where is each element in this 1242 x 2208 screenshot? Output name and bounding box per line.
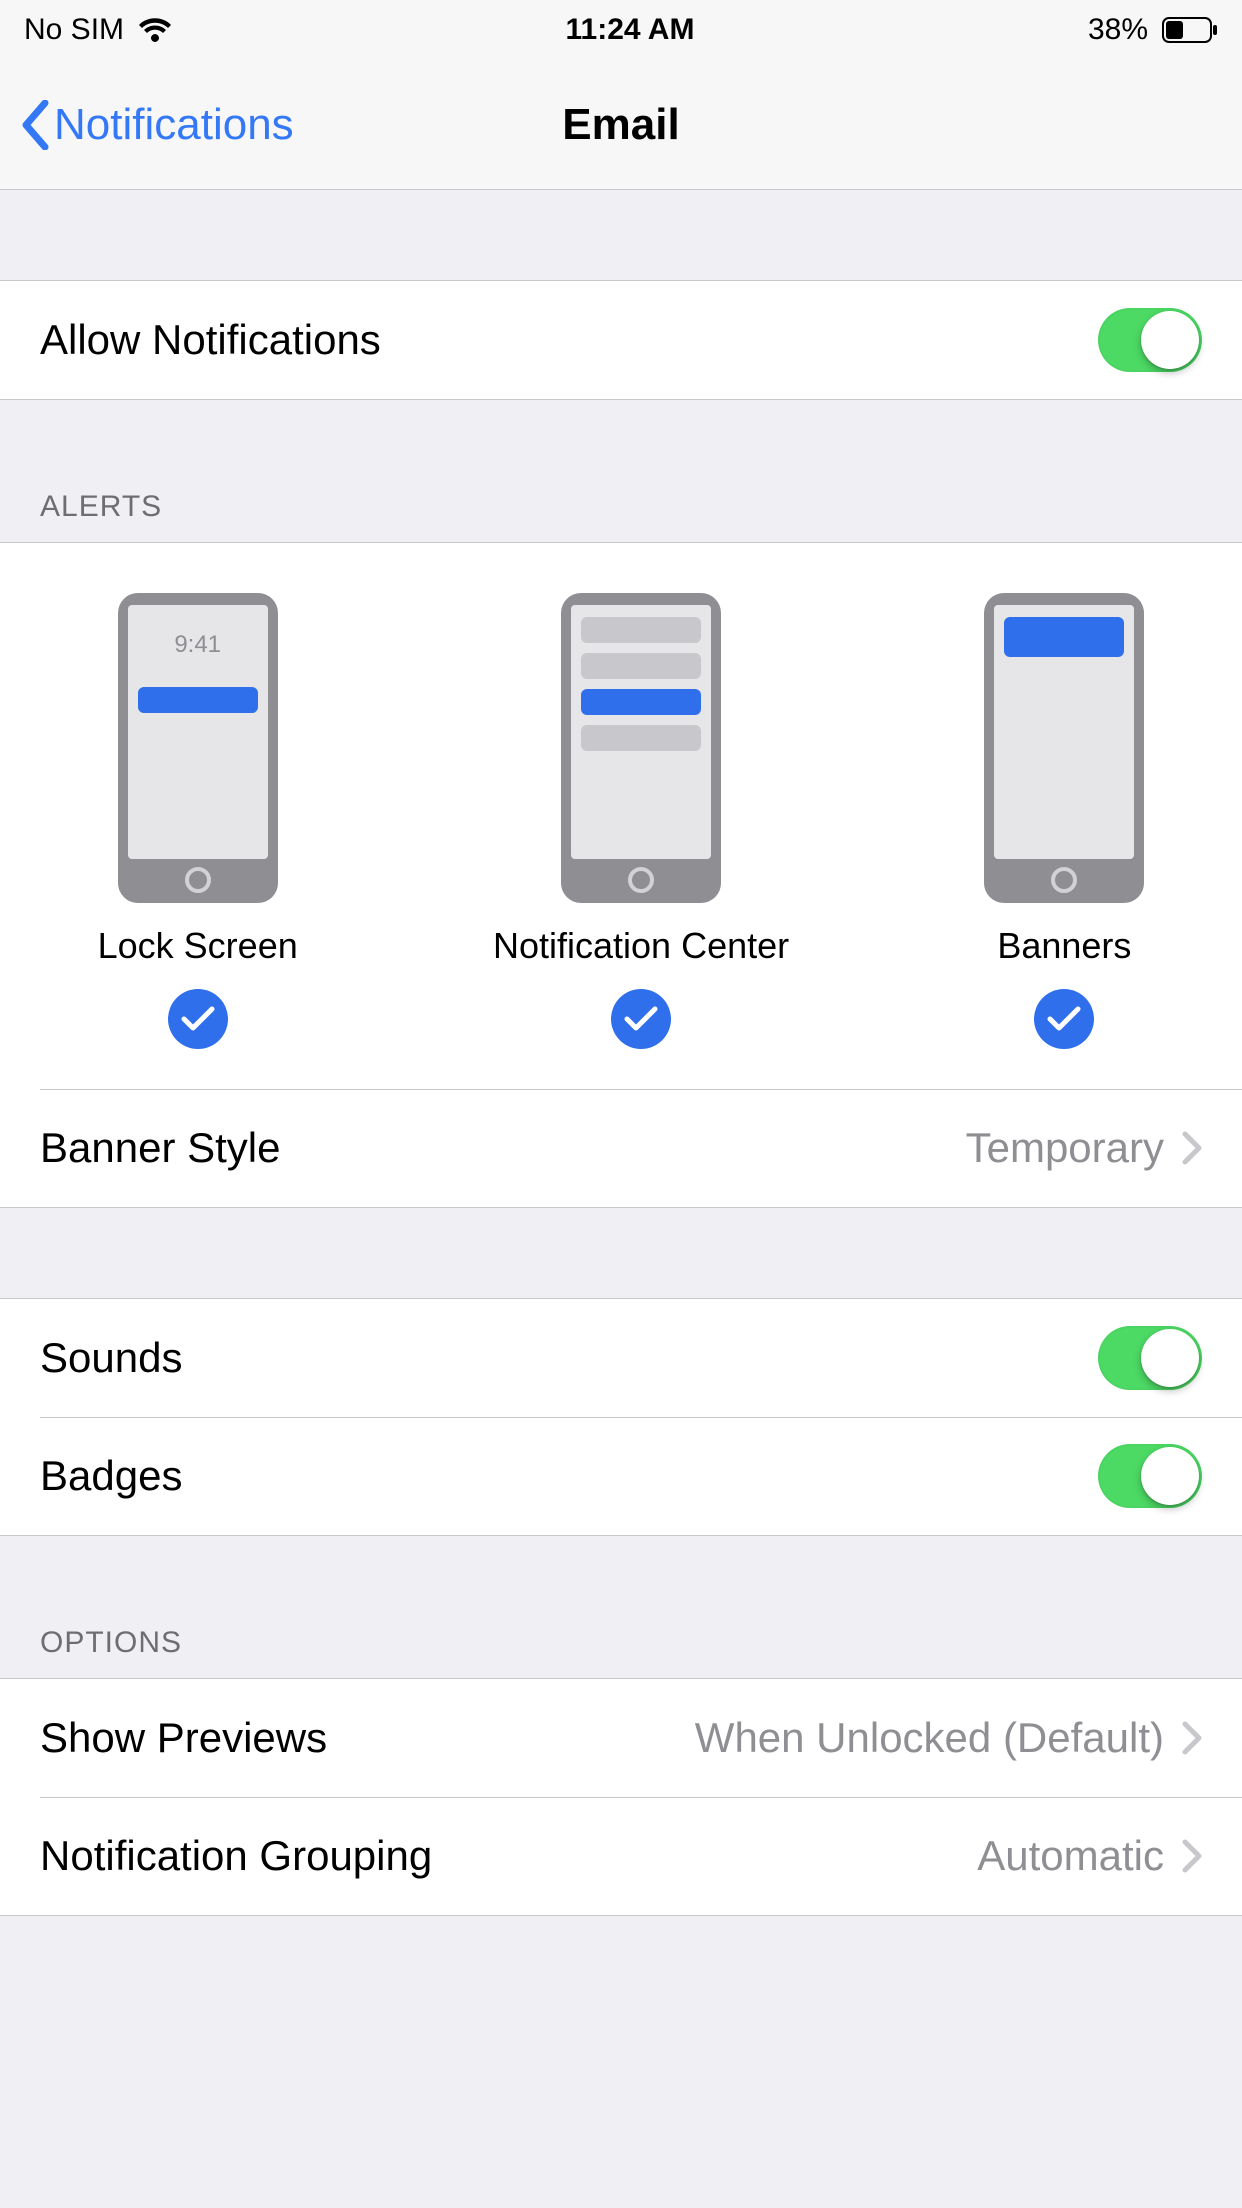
banner-style-row[interactable]: Banner Style Temporary — [0, 1089, 1242, 1207]
wifi-icon — [138, 17, 172, 43]
check-icon — [168, 989, 228, 1049]
badges-row[interactable]: Badges — [0, 1417, 1242, 1535]
options-section-header: OPTIONS — [0, 1626, 1242, 1678]
chevron-right-icon — [1182, 1721, 1202, 1755]
nav-bar: Notifications Email — [0, 60, 1242, 190]
banners-illustration — [984, 593, 1144, 903]
chevron-left-icon — [20, 100, 50, 150]
alerts-panel: 9:41 Lock Screen Notificatio — [0, 543, 1242, 1089]
badges-toggle[interactable] — [1098, 1444, 1202, 1508]
alert-option-lock-screen[interactable]: 9:41 Lock Screen — [98, 593, 298, 1049]
lock-screen-illustration: 9:41 — [118, 593, 278, 903]
chevron-right-icon — [1182, 1131, 1202, 1165]
banner-style-value: Temporary — [966, 1124, 1164, 1172]
back-label: Notifications — [54, 100, 294, 150]
status-bar: No SIM 11:24 AM 38% — [0, 0, 1242, 60]
alert-option-label: Banners — [997, 925, 1131, 967]
alerts-section-header: ALERTS — [0, 490, 1242, 542]
carrier-label: No SIM — [24, 13, 124, 47]
alert-option-notification-center[interactable]: Notification Center — [493, 593, 789, 1049]
battery-icon — [1162, 17, 1218, 43]
allow-notifications-label: Allow Notifications — [40, 316, 1098, 364]
notification-center-illustration — [561, 593, 721, 903]
allow-notifications-row[interactable]: Allow Notifications — [0, 281, 1242, 399]
show-previews-value: When Unlocked (Default) — [695, 1714, 1164, 1762]
notification-grouping-row[interactable]: Notification Grouping Automatic — [0, 1797, 1242, 1915]
notification-grouping-label: Notification Grouping — [40, 1832, 977, 1880]
allow-notifications-toggle[interactable] — [1098, 308, 1202, 372]
lock-screen-time: 9:41 — [174, 631, 221, 659]
sounds-label: Sounds — [40, 1334, 1098, 1382]
chevron-right-icon — [1182, 1839, 1202, 1873]
check-icon — [611, 989, 671, 1049]
notification-grouping-value: Automatic — [977, 1832, 1164, 1880]
alert-option-label: Notification Center — [493, 925, 789, 967]
banner-style-label: Banner Style — [40, 1124, 966, 1172]
sounds-row[interactable]: Sounds — [0, 1299, 1242, 1417]
battery-percent: 38% — [1088, 13, 1148, 47]
show-previews-row[interactable]: Show Previews When Unlocked (Default) — [0, 1679, 1242, 1797]
alert-option-banners[interactable]: Banners — [984, 593, 1144, 1049]
sounds-toggle[interactable] — [1098, 1326, 1202, 1390]
status-time: 11:24 AM — [566, 13, 695, 47]
check-icon — [1034, 989, 1094, 1049]
show-previews-label: Show Previews — [40, 1714, 695, 1762]
alert-option-label: Lock Screen — [98, 925, 298, 967]
back-button[interactable]: Notifications — [20, 100, 294, 150]
badges-label: Badges — [40, 1452, 1098, 1500]
